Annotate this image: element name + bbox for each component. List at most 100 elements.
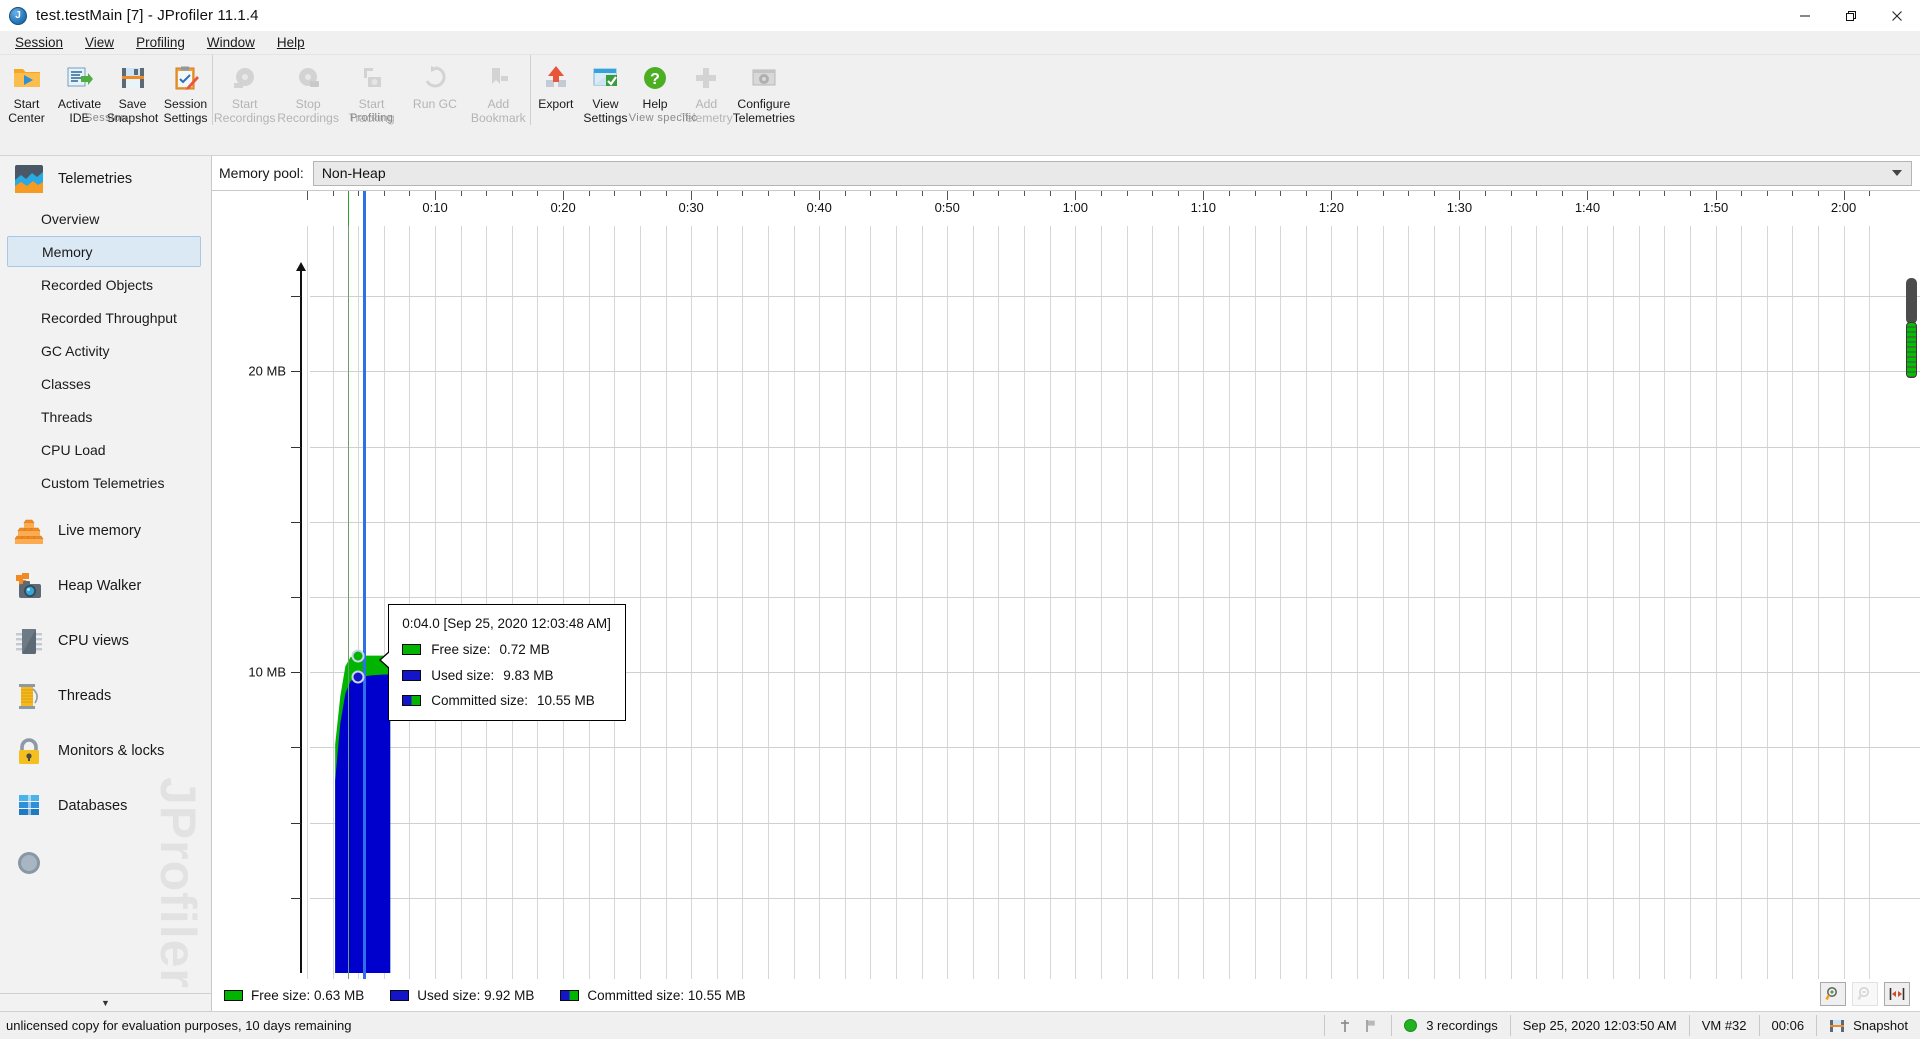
sidebar-item-threads-telemetry[interactable]: Threads xyxy=(7,400,201,433)
menu-view[interactable]: View xyxy=(74,33,125,52)
vm-status: VM #32 xyxy=(1701,1018,1747,1033)
minimize-button[interactable] xyxy=(1782,0,1828,31)
window-title: test.testMain [7] - JProfiler 11.1.4 xyxy=(36,7,259,24)
x-axis-tick xyxy=(1638,191,1640,196)
padlock-icon xyxy=(14,736,44,766)
menu-window[interactable]: Window xyxy=(196,33,266,52)
cpu-chip-icon xyxy=(14,626,44,656)
menu-help-label: Help xyxy=(276,35,305,50)
svg-text:?: ? xyxy=(650,71,660,88)
x-axis-tick xyxy=(409,191,411,196)
menu-window-label: Window xyxy=(206,35,255,50)
x-axis-label: 1:40 xyxy=(1574,200,1601,215)
sidebar-item-cpu-views[interactable]: CPU views xyxy=(0,618,211,664)
scrollbar-range-indicator[interactable] xyxy=(1906,322,1917,378)
sidebar-item-databases[interactable]: Databases xyxy=(0,783,211,829)
sidebar-item-telemetries[interactable]: Telemetries xyxy=(0,156,211,202)
x-axis-tick xyxy=(435,191,437,200)
tooltip-row-committed: Committed size: 10.55 MB xyxy=(402,694,611,708)
sidebar-item-recorded-throughput[interactable]: Recorded Throughput xyxy=(7,301,201,334)
sidebar-item-heap-walker[interactable]: Heap Walker xyxy=(0,563,211,609)
main-pane: Memory pool: Non-Heap 0:10 0:20 0:30 0:40 0:… xyxy=(212,156,1920,1011)
sidebar-item-monitors-locks[interactable]: Monitors & locks xyxy=(0,728,211,774)
fit-width-button[interactable] xyxy=(1884,982,1910,1006)
sidebar-item-classes[interactable]: Classes xyxy=(7,367,201,400)
chart-series-svg xyxy=(335,655,391,973)
chart-vertical-scrollbar[interactable] xyxy=(1904,278,1918,398)
x-axis-label: 0:30 xyxy=(678,200,704,215)
scrollbar-thumb[interactable] xyxy=(1906,278,1917,324)
legend-swatch-free xyxy=(224,989,243,1001)
sidebar-item-cpu-load-label: CPU Load xyxy=(41,441,106,458)
elapsed-status: 00:06 xyxy=(1771,1018,1805,1033)
export-label: Export xyxy=(538,97,574,111)
window-gear-icon xyxy=(751,63,777,93)
telemetries-chart-icon xyxy=(14,164,44,194)
memory-pool-select[interactable]: Non-Heap xyxy=(312,160,1912,186)
green-question-icon: ? xyxy=(642,63,668,93)
x-axis-tick xyxy=(383,191,385,196)
menu-view-label: View xyxy=(85,35,115,50)
x-axis-tick xyxy=(1792,191,1794,196)
x-axis-tick xyxy=(1869,191,1871,196)
recordings-status[interactable]: 3 recordings xyxy=(1392,1012,1510,1039)
x-axis-tick xyxy=(716,191,718,196)
sidebar-item-live-memory[interactable]: Live memory xyxy=(0,508,211,554)
sidebar-item-cpu-load[interactable]: CPU Load xyxy=(7,433,201,466)
status-spacer xyxy=(363,1012,1324,1039)
tooltip-value-used: 9.83 MB xyxy=(503,667,554,683)
toolbar: Start Center Activate IDE Save Snapshot … xyxy=(0,55,1920,156)
tooltip-value-free: 0.72 MB xyxy=(499,642,550,658)
memory-pool-label: Memory pool: xyxy=(219,165,304,181)
zoom-in-button[interactable] xyxy=(1820,982,1846,1006)
sidebar-item-memory[interactable]: Memory xyxy=(7,236,201,267)
x-axis-tick xyxy=(1177,191,1179,196)
close-button[interactable] xyxy=(1874,0,1920,31)
toolbar-group-session-label: Session xyxy=(85,112,127,124)
snapshot-status[interactable]: Snapshot xyxy=(1817,1012,1920,1039)
sidebar-item-recorded-objects[interactable]: Recorded Objects xyxy=(7,268,201,301)
chart-zoom-controls xyxy=(1820,982,1910,1006)
x-axis-label: 2:00 xyxy=(1830,200,1857,215)
x-axis-tick xyxy=(1331,191,1333,200)
title-bar: J test.testMain [7] - JProfiler 11.1.4 xyxy=(0,0,1920,31)
x-axis-tick xyxy=(1126,191,1128,196)
x-axis-tick xyxy=(1024,191,1026,196)
chart-legend: Free size: 0.63 MB Used size: 9.92 MB Co… xyxy=(212,979,1920,1011)
sidebar-item-threads[interactable]: Threads xyxy=(0,673,211,719)
menu-profiling[interactable]: Profiling xyxy=(125,33,196,52)
menu-session[interactable]: Session xyxy=(4,33,74,52)
axis-marker-line xyxy=(363,191,367,226)
sidebar-collapse-button[interactable]: ▼ xyxy=(0,993,211,1011)
export-up-arrow-icon xyxy=(543,63,569,93)
timestamp-status: Sep 25, 2020 12:03:50 AM xyxy=(1522,1018,1677,1033)
maximize-button[interactable] xyxy=(1828,0,1874,31)
x-axis-tick xyxy=(870,191,872,196)
sidebar-item-gc-activity-label: GC Activity xyxy=(41,342,110,359)
jprofiler-logo-icon: J xyxy=(9,6,27,25)
legend-item-free-size: Free size: 0.63 MB xyxy=(224,988,364,1003)
x-axis-tick xyxy=(358,191,360,196)
tooltip-swatch-committed xyxy=(402,695,422,707)
x-axis-tick xyxy=(1613,191,1615,196)
menu-help[interactable]: Help xyxy=(266,33,316,52)
x-axis-tick xyxy=(563,191,565,200)
recording-indicator-icon xyxy=(1404,1019,1418,1032)
legend-label-committed: Committed size: 10.55 MB xyxy=(587,987,746,1003)
tooltip-value-committed: 10.55 MB xyxy=(537,693,595,709)
toolbar-group-view-specific: Export View Settings ? Help Add Telemetr… xyxy=(530,55,795,125)
x-axis-tick xyxy=(1152,191,1154,196)
sidebar-item-custom-telemetries[interactable]: Custom Telemetries xyxy=(7,466,201,499)
bookmark-tools[interactable] xyxy=(1325,1012,1391,1039)
sidebar-item-gc-activity[interactable]: GC Activity xyxy=(7,334,201,367)
chart-plot-area[interactable]: 10 MB 20 MB 0:04.0 [Sep 25, 2020 12:03:48… xyxy=(212,226,1920,979)
chevron-down-icon xyxy=(1892,170,1902,176)
sidebar-item-recorded-objects-label: Recorded Objects xyxy=(41,276,154,293)
sidebar-item-partial[interactable] xyxy=(0,838,211,884)
bookmark-icon xyxy=(485,63,511,93)
x-axis-tick xyxy=(307,191,308,200)
x-axis-tick xyxy=(460,191,462,196)
sidebar-item-overview[interactable]: Overview xyxy=(7,202,201,235)
tooltip-label-used: Used size: xyxy=(431,667,495,683)
zoom-out-button[interactable] xyxy=(1852,982,1878,1006)
